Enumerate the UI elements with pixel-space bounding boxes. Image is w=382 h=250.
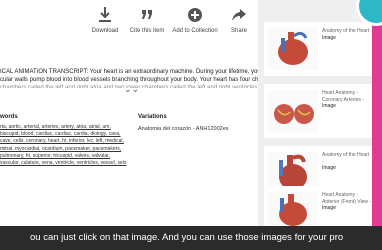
result-type: Image bbox=[322, 34, 336, 41]
share-icon bbox=[232, 9, 246, 21]
result-title: Heart Anatomy - Anterior (Front) View - … bbox=[322, 192, 372, 211]
screen: Download Cite this item Add to Collectio… bbox=[0, 0, 372, 250]
share-button[interactable]: Share bbox=[216, 6, 262, 34]
add-to-collection-button[interactable]: Add to Collection bbox=[172, 6, 218, 34]
video-caption-text: ou can just click on that image. And you… bbox=[30, 232, 344, 243]
download-label: Download bbox=[91, 28, 119, 34]
variations-heading: Variations bbox=[138, 114, 167, 120]
download-icon bbox=[99, 7, 111, 22]
result-card[interactable]: Heart Anatomy - Anterior (Front) View - … bbox=[264, 186, 372, 228]
add-to-collection-label: Add to Collection bbox=[172, 28, 218, 34]
result-title: Heart Anatomy - Coronary Arteries - Imag… bbox=[322, 90, 372, 110]
keywords-list[interactable]: rta, aortic, arterial, arteries, artery,… bbox=[0, 124, 130, 167]
share-label: Share bbox=[230, 28, 247, 34]
heart-thumbnail-image bbox=[268, 90, 318, 132]
expand-transcript-chevron-icon[interactable]: ⌄⌄ bbox=[124, 84, 139, 95]
heart-thumbnail-image bbox=[268, 192, 318, 228]
result-type: Image bbox=[322, 103, 336, 109]
item-actions: Download Cite this item Add to Collectio… bbox=[82, 6, 258, 52]
transcript-line: cular walls pump blood into blood vessel… bbox=[0, 77, 258, 83]
result-type: Image bbox=[322, 205, 336, 211]
quote-icon bbox=[142, 10, 152, 19]
related-results-pane: Anatomy of the Heart Image Heart Anatomy… bbox=[258, 0, 372, 250]
keywords-heading: words bbox=[0, 114, 18, 120]
add-circle-icon bbox=[188, 8, 202, 22]
item-detail-pane: Download Cite this item Add to Collectio… bbox=[0, 0, 258, 250]
result-title: Anatomy of the Heart - Image bbox=[322, 152, 372, 172]
cite-label: Cite this item bbox=[129, 28, 165, 34]
download-button[interactable]: Download bbox=[82, 6, 128, 34]
result-card[interactable]: Heart Anatomy - Coronary Arteries - Imag… bbox=[264, 84, 372, 138]
transcript-line: ICAL ANIMATION TRANSCRIPT: Your heart is… bbox=[0, 69, 258, 75]
variation-item[interactable]: Anatomia del corazón - ANH12002es bbox=[138, 126, 229, 132]
result-type: Image bbox=[322, 165, 336, 171]
heart-thumbnail-image bbox=[268, 28, 318, 70]
cite-button[interactable]: Cite this item bbox=[124, 6, 170, 34]
result-card[interactable]: Anatomy of the Heart Image bbox=[264, 22, 372, 76]
video-caption-bar: ou can just click on that image. And you… bbox=[0, 226, 382, 250]
result-title: Anatomy of the Heart Image bbox=[322, 28, 372, 41]
